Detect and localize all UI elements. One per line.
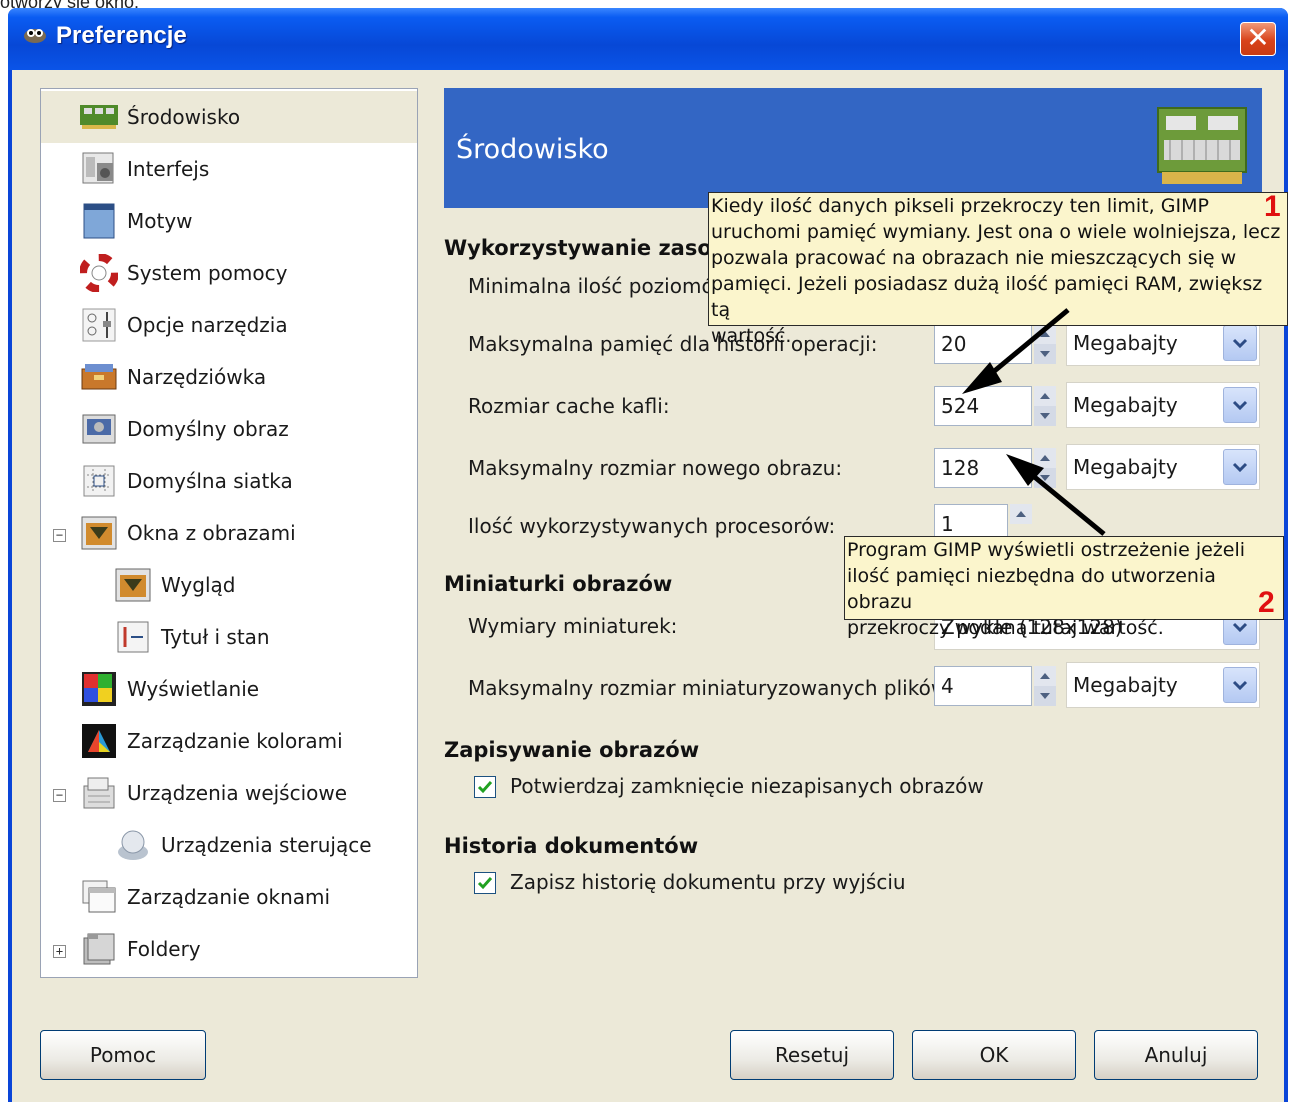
cancel-button[interactable]: Anuluj: [1094, 1030, 1258, 1080]
arrow-line-1: [984, 308, 1070, 380]
ok-button[interactable]: OK: [912, 1030, 1076, 1080]
help-button[interactable]: Pomoc: [40, 1030, 206, 1080]
reset-button[interactable]: Resetuj: [730, 1030, 894, 1080]
arrow-line-2: [1024, 468, 1106, 536]
annotation-arrows: [962, 308, 1106, 536]
